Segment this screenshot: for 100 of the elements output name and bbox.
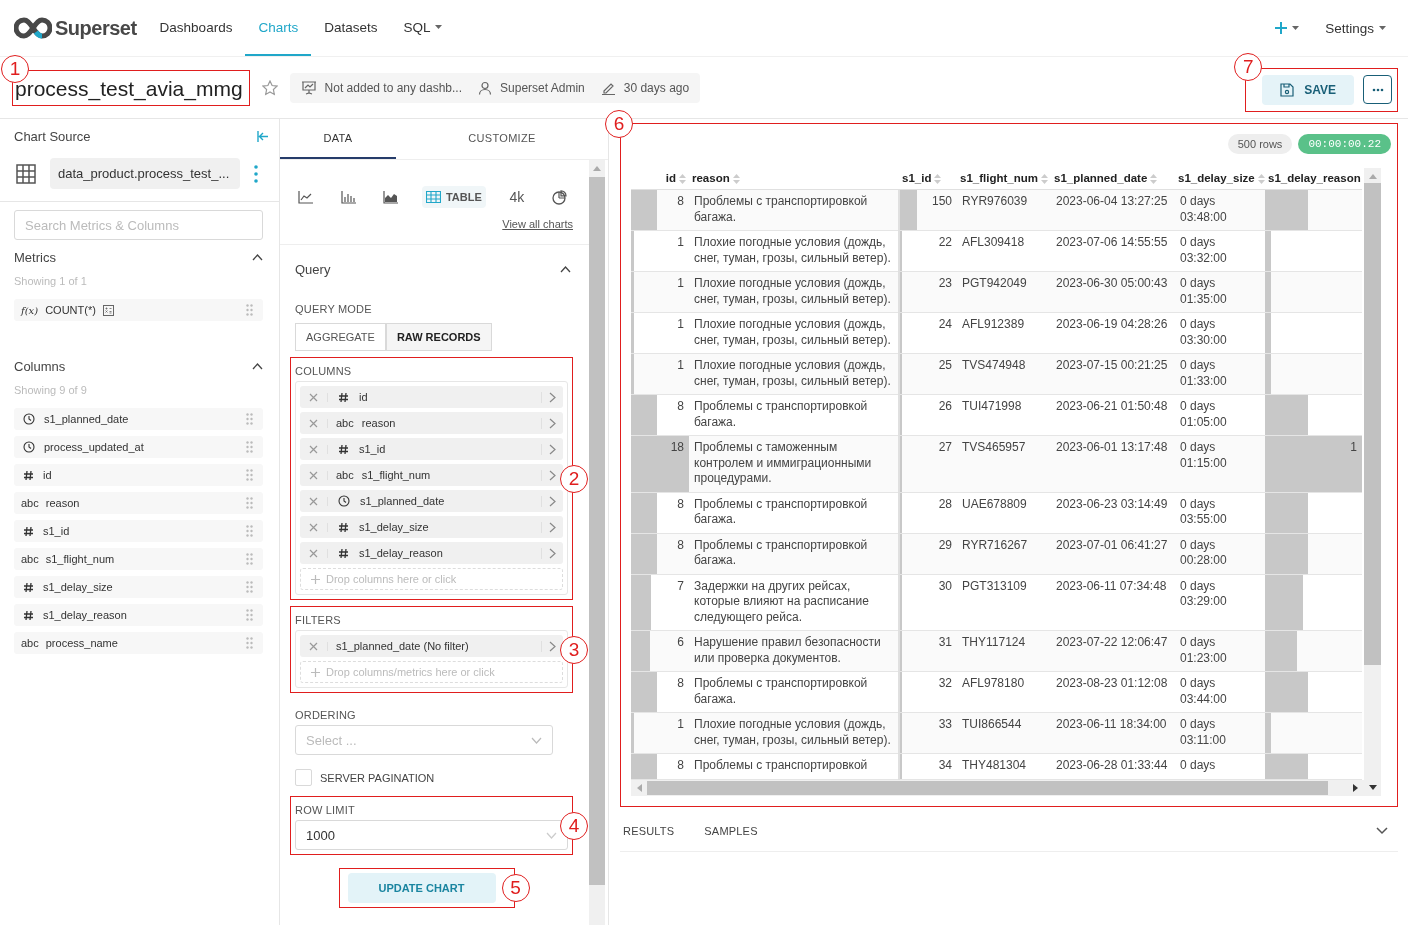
column-name: s1_id [359, 443, 386, 455]
checkbox[interactable] [295, 769, 312, 786]
column-chip[interactable]: s1_delay_size [300, 516, 563, 538]
drag-handle-icon[interactable] [246, 581, 253, 593]
field-name: reason [45, 497, 80, 509]
metadata-text[interactable]: Superset Admin [500, 80, 585, 95]
big-number-button[interactable]: 4k [505, 186, 529, 208]
drag-handle-icon[interactable] [246, 413, 253, 425]
draggable-field[interactable]: abc reason [14, 492, 263, 514]
star-icon[interactable] [261, 79, 278, 96]
settings-menu[interactable]: Settings [1317, 0, 1394, 56]
query-mode-option[interactable]: RAW RECORDS [385, 323, 492, 351]
query-mode-option[interactable]: AGGREGATE [295, 323, 386, 351]
hash-icon [23, 609, 34, 621]
drag-handle-icon[interactable] [246, 441, 253, 453]
column-chip[interactable]: abc s1_flight_num [300, 464, 563, 486]
drag-handle-icon[interactable] [246, 497, 253, 509]
column-header[interactable]: s1_planned_date [1051, 168, 1175, 190]
table-cell: 150 [899, 189, 957, 231]
column-chip[interactable]: id [300, 386, 563, 408]
column-header[interactable]: id [631, 168, 689, 190]
view-all-charts-link[interactable]: View all charts [502, 218, 573, 230]
table-cell: 0 days 03:48:00 [1175, 189, 1265, 231]
drag-handle-icon[interactable] [246, 469, 253, 481]
table-cell: 28 [899, 492, 957, 533]
nav-link[interactable]: SQL [390, 0, 456, 56]
logo-icon[interactable] [14, 17, 52, 39]
search-field[interactable]: Search Metrics & Columns [14, 210, 263, 240]
table-cell: 2023-07-22 12:06:47 [1051, 630, 1175, 672]
draggable-field[interactable]: process_updated_at [14, 436, 263, 458]
save-button[interactable]: SAVE [1262, 74, 1354, 105]
chevron-down-icon[interactable] [1376, 826, 1388, 835]
draggable-field[interactable]: abc s1_flight_num [14, 548, 263, 570]
results-tab[interactable]: SAMPLES [704, 820, 788, 841]
draggable-field[interactable]: s1_planned_date [14, 408, 263, 430]
metadata-text[interactable]: Not added to any dashb... [324, 80, 463, 95]
caret-icon [1379, 26, 1386, 30]
table-cell: 2023-06-21 01:50:48 [1051, 394, 1175, 436]
drag-handle-icon[interactable] [246, 525, 253, 537]
panel-tab[interactable]: CUSTOMIZE [396, 119, 608, 159]
results-tab[interactable]: RESULTS [623, 820, 705, 841]
user-icon [478, 80, 493, 95]
draggable-field[interactable]: s1_delay_reason [14, 604, 263, 626]
column-header[interactable]: s1_delay_size [1175, 168, 1265, 190]
section-title: Columns [14, 359, 66, 374]
draggable-field[interactable]: s1_id [14, 520, 263, 542]
column-header[interactable]: s1_flight_num [957, 168, 1051, 190]
row-limit-select[interactable]: 1000 [295, 820, 568, 850]
scroll-up-arrow-icon[interactable] [1368, 174, 1377, 179]
drag-handle-icon[interactable] [246, 609, 253, 621]
table-cell: 32 [899, 671, 957, 713]
drag-handle-icon[interactable] [246, 553, 253, 565]
section-title: Metrics [14, 250, 56, 265]
draggable-field[interactable]: s1_delay_size [14, 576, 263, 598]
draggable-field[interactable]: abc process_name [14, 632, 263, 654]
scroll-right-arrow-icon[interactable] [1353, 783, 1358, 792]
table-cell: 8 [631, 189, 689, 231]
chevron-icon[interactable] [252, 254, 263, 261]
scrollbar[interactable] [589, 160, 605, 925]
chevron-down-icon [546, 831, 557, 839]
draggable-field[interactable]: id [14, 464, 263, 486]
chevron-icon[interactable] [252, 363, 263, 370]
scroll-left-arrow-icon[interactable] [637, 783, 642, 792]
plus-icon [311, 574, 320, 584]
filter-chip[interactable]: s1_planned_date (No filter) [300, 635, 563, 657]
table-cell: 1 [631, 712, 689, 754]
type-label: abc [336, 469, 354, 481]
table-cell: 30 [899, 574, 957, 631]
column-header[interactable]: reason [689, 168, 899, 190]
pie-chart-icon [551, 189, 567, 205]
table-cell: 2023-08-23 01:12:08 [1051, 671, 1175, 713]
nav-link[interactable]: Dashboards [146, 0, 246, 56]
nav-link[interactable]: Datasets [311, 0, 391, 56]
row-count-badge: 500 rows [1227, 134, 1293, 154]
metadata-text[interactable]: 30 days ago [623, 80, 690, 95]
field-name: s1_planned_date [44, 413, 129, 425]
kebab-menu-icon[interactable] [254, 164, 258, 183]
column-chip[interactable]: abc reason [300, 412, 563, 434]
drag-handle-icon[interactable] [246, 637, 253, 649]
column-chip[interactable]: s1_id [300, 438, 563, 460]
update-chart-button[interactable]: UPDATE CHART [347, 873, 496, 903]
type-label: abc [336, 417, 354, 429]
column-chip[interactable]: s1_delay_reason [300, 542, 563, 564]
chevron-icon[interactable] [560, 266, 571, 273]
scroll-up-arrow-icon[interactable] [593, 166, 601, 171]
column-header[interactable]: s1_id [899, 168, 957, 190]
draggable-field[interactable]: f(x) COUNT(*) [14, 299, 263, 321]
scroll-down-arrow-icon[interactable] [1368, 784, 1377, 790]
more-options-button[interactable] [1363, 75, 1392, 104]
brand-name[interactable]: Superset [55, 16, 137, 40]
collapse-icon[interactable] [257, 131, 269, 142]
panel-tab[interactable]: DATA [280, 119, 396, 159]
vertical-scrollbar[interactable] [1364, 168, 1381, 796]
column-chip[interactable]: s1_planned_date [300, 490, 563, 512]
drag-handle-icon[interactable] [246, 304, 253, 316]
table-cell: 2023-06-19 04:28:26 [1051, 312, 1175, 354]
dataset-name[interactable]: data_product.process_test_... [50, 158, 240, 189]
field-label: COLUMNS [295, 364, 353, 379]
table-cell: UAE678809 [957, 492, 1051, 533]
table-chart-button[interactable]: TABLE [421, 186, 486, 208]
